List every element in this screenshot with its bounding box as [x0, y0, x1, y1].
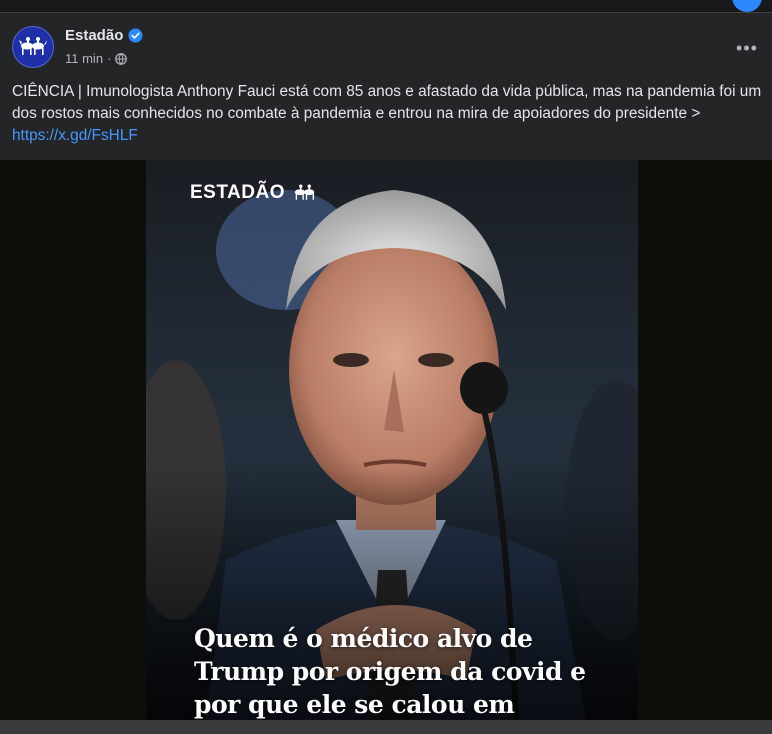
meta-separator: · — [107, 51, 112, 66]
post-link[interactable]: https://x.gd/FsHLF — [12, 127, 138, 144]
post-text-body: CIÊNCIA | Imunologista Anthony Fauci est… — [12, 83, 762, 122]
page-avatar[interactable] — [12, 26, 54, 68]
post-media[interactable]: ESTADÃO Quem é o médico alvo de Trump po… — [0, 160, 772, 720]
post-timestamp[interactable]: 11 min — [65, 51, 103, 66]
post-text: CIÊNCIA | Imunologista Anthony Fauci est… — [12, 81, 768, 147]
profile-shortcut-icon[interactable] — [732, 0, 762, 12]
watermark-horses-icon — [294, 184, 315, 200]
watermark-text: ESTADÃO — [190, 182, 285, 203]
more-options-button[interactable]: ••• — [730, 31, 764, 65]
bottom-divider — [0, 720, 772, 734]
estadao-horses-logo-icon — [19, 37, 47, 55]
media-headline: Quem é o médico alvo de Trump por origem… — [194, 624, 586, 719]
top-strip — [0, 0, 772, 13]
page-name[interactable]: Estadão — [65, 27, 123, 44]
verified-badge-icon — [128, 28, 143, 43]
post-header: Estadão 11 min · ••• — [0, 13, 772, 81]
estadao-watermark: ESTADÃO — [190, 182, 321, 204]
more-options-icon: ••• — [736, 37, 758, 58]
globe-icon — [115, 52, 128, 65]
